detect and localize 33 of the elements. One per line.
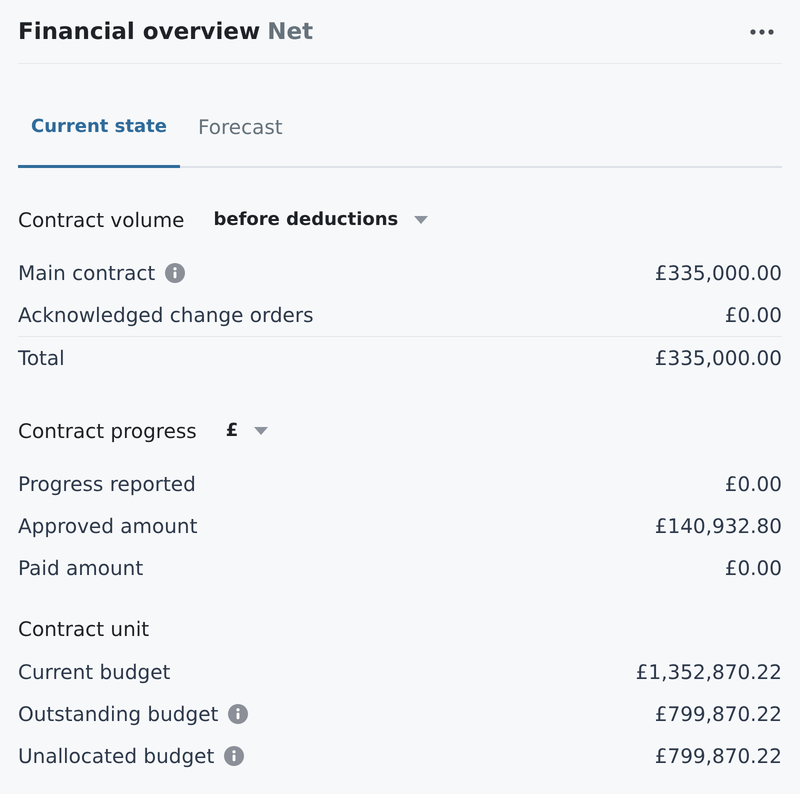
section-heading: Contract unit	[18, 617, 150, 641]
tab[interactable]: Current state	[18, 86, 180, 168]
info-icon[interactable]	[224, 746, 244, 766]
row-label: Approved amount	[18, 514, 198, 538]
caret-icon	[254, 427, 268, 435]
row-label: Current budget	[18, 660, 170, 684]
section-heading: Contract progress	[18, 419, 197, 443]
row-label: Main contract	[18, 261, 156, 285]
row-value: £1,352,870.22	[636, 660, 782, 684]
info-icon[interactable]	[165, 263, 186, 283]
tab[interactable]: Forecast	[184, 86, 296, 168]
row-label: Acknowledged change orders	[18, 303, 314, 327]
row-value: £0.00	[724, 556, 782, 580]
row-value: £335,000.00	[654, 261, 782, 285]
dropdown-button[interactable]: before deductions	[205, 198, 436, 242]
title-qualifier: Net	[267, 18, 314, 44]
dropdown-button[interactable]: £	[218, 409, 276, 453]
section-heading: Contract volume	[18, 208, 184, 232]
row-label: Total	[18, 346, 65, 370]
row-value: £0.00	[724, 303, 782, 327]
row-value: £335,000.00	[654, 346, 782, 370]
row-value: £799,870.22	[654, 744, 782, 768]
row-label: Paid amount	[18, 556, 144, 580]
row-label: Outstanding budget	[18, 702, 218, 726]
panel-title: Financial overview	[18, 18, 260, 44]
more-icon	[750, 28, 774, 34]
caret-icon	[414, 216, 428, 224]
row-value: £140,932.80	[654, 514, 782, 538]
info-icon[interactable]	[228, 704, 248, 724]
row-label: Progress reported	[18, 472, 196, 496]
row-value: £0.00	[724, 472, 782, 496]
row-value: £799,870.22	[654, 702, 782, 726]
row-label: Unallocated budget	[18, 744, 214, 768]
